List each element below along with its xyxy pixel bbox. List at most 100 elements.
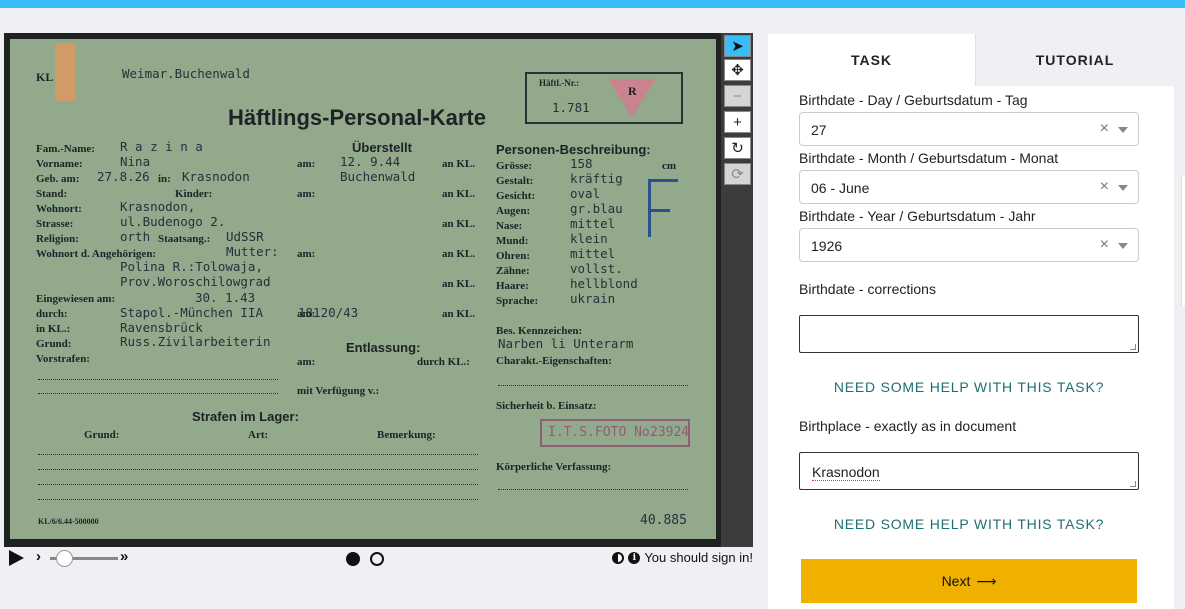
chevron-down-icon[interactable] [1118,243,1128,249]
birthplace-value: Krasnodon [812,464,880,481]
inkl: Ravensbrück [120,320,203,335]
clear-icon[interactable]: × [1100,178,1109,196]
birth-day-value: 27 [811,122,827,138]
zaehne-label: Zähne: [496,265,530,277]
grund: Russ.Zivilarbeiterin [120,334,271,349]
gestalt-label: Gestalt: [496,175,534,187]
refresh-icon[interactable]: ⟳ [724,163,751,185]
info-icon[interactable]: i [628,551,641,564]
card-tab-strip [55,43,75,101]
card-number-box: Häftl.-Nr.: 1.781 [525,72,683,124]
angehoerige-line-2: Polina R.:Tolowaja, [120,259,263,274]
resize-grip-icon[interactable] [1130,344,1136,350]
sign-in-text[interactable]: You should sign in! [644,550,753,565]
page-dot[interactable] [370,552,384,566]
kennzeichen: Narben li Unterarm [498,336,634,351]
tab-task[interactable]: TASK [768,34,975,86]
zaehne: vollst. [570,261,623,276]
card-footer-right: 40.885 [640,513,687,528]
vorname-label: Vorname: [36,158,83,170]
birth-day-label: Birthdate - Day / Geburtsdatum - Tag [799,92,1028,108]
clear-icon[interactable]: × [1100,120,1109,138]
card-rule [38,393,278,394]
ueberstellt-ankl-label: an KL. [442,278,476,290]
birth-month-label: Birthdate - Month / Geburtsdatum - Monat [799,150,1059,166]
tab-tutorial[interactable]: TUTORIAL [975,34,1174,86]
ueberstellt-am-label: am: [297,308,316,320]
stamp-text: I.T.S.FOTO No. [548,425,658,440]
birthplace-textarea[interactable]: Krasnodon [799,452,1139,490]
help-link[interactable]: NEED SOME HELP WITH THIS TASK? [799,516,1139,532]
card-rule [498,385,688,386]
zoom-out-icon[interactable]: − [724,85,751,107]
birth-year-label: Birthdate - Year / Geburtsdatum - Jahr [799,208,1036,224]
speed-slider-handle[interactable] [56,550,73,567]
ohren-label: Ohren: [496,250,531,262]
birth-month-select[interactable]: 06 - June × [799,170,1139,204]
wohnort-label: Wohnort: [36,203,82,215]
pointer-icon[interactable]: ➤ [724,35,751,57]
prisoner-card: KL Weimar.Buchenwald Häftl.-Nr.: 1.781 R… [10,39,716,539]
chevron-down-icon[interactable] [1118,185,1128,191]
geb-place: Krasnodon [182,169,250,184]
chevron-down-icon[interactable] [1118,127,1128,133]
eingewiesen: 30. 1.43 [195,290,256,305]
birth-year-select[interactable]: 1926 × [799,228,1139,262]
corrections-textarea[interactable] [799,315,1139,353]
religion: orth [120,229,151,244]
verfuegung-label: mit Verfügung v.: [297,385,380,397]
card-number: 1.781 [552,100,590,115]
ueberstellt-place: Buchenwald [340,169,416,184]
birthplace-label: Birthplace - exactly as in document [799,418,1017,434]
birth-day-select[interactable]: 27 × [799,112,1139,146]
bemerkung-column: Bemerkung: [377,429,436,441]
chevron-right-icon[interactable]: › [36,548,41,565]
inkl-label: in KL.: [36,323,71,335]
gesicht: oval [570,186,601,201]
stamp-number: 23924 [650,425,690,440]
fam-name: R a z i n a [120,139,203,154]
entlassung-am-label: am: [297,356,316,368]
move-icon[interactable]: ✥ [724,59,751,81]
religion-label: Religion: [36,233,79,245]
wohnort: Krasnodon, [120,199,196,214]
ueberstellt-ankl-label: an KL. [442,218,476,230]
card-footer-left: KL/6/6.44-500000 [38,517,99,526]
haare: hellblond [570,276,638,291]
next-button[interactable]: Next ⟶ [801,559,1137,603]
mund-label: Mund: [496,235,529,247]
top-accent-bar [0,0,1185,8]
gestalt: kräftig [570,171,623,186]
document-image[interactable]: KL Weimar.Buchenwald Häftl.-Nr.: 1.781 R… [4,33,721,547]
viewer-toolbar: ➤ ✥ − + ↻ ⟳ [721,33,753,547]
contrast-icon[interactable] [612,551,625,564]
durch-label: durch: [36,308,68,320]
blue-pen-mark [648,179,678,182]
help-link[interactable]: NEED SOME HELP WITH THIS TASK? [799,379,1139,395]
fast-forward-icon[interactable]: » [120,548,128,565]
clear-icon[interactable]: × [1100,236,1109,254]
document-viewer[interactable]: KL Weimar.Buchenwald Häftl.-Nr.: 1.781 R… [4,33,753,547]
card-kl: KL [36,70,54,84]
triangle-letter: R [628,84,637,98]
zoom-in-icon[interactable]: + [724,111,751,133]
page-dot-active[interactable] [346,552,360,566]
groesse-label: Grösse: [496,160,533,172]
card-rule [38,379,278,380]
ueberstellt-ankl-label: an KL. [442,248,476,260]
vorstrafen-label: Vorstrafen: [36,353,90,365]
staatsang-label: Staatsang.: [158,233,211,245]
ueberstellt-date: 12. 9.44 [340,154,401,169]
sign-in-notice: i You should sign in! [612,550,753,565]
resize-grip-icon[interactable] [1130,481,1136,487]
rotate-icon[interactable]: ↻ [724,137,751,159]
haare-label: Haare: [496,280,529,292]
strasse: ul.Budenogo 2. [120,214,226,229]
ueberstellt-am-label: am: [297,248,316,260]
ueberstellt-ankl-label: an KL. [442,188,476,200]
play-icon[interactable] [9,550,24,566]
grund-column: Grund: [84,429,120,441]
ueberstellt-ankl-label: an KL. [442,158,476,170]
side-panel-edge [1181,176,1185,306]
arrow-right-icon: ⟶ [976,572,997,589]
